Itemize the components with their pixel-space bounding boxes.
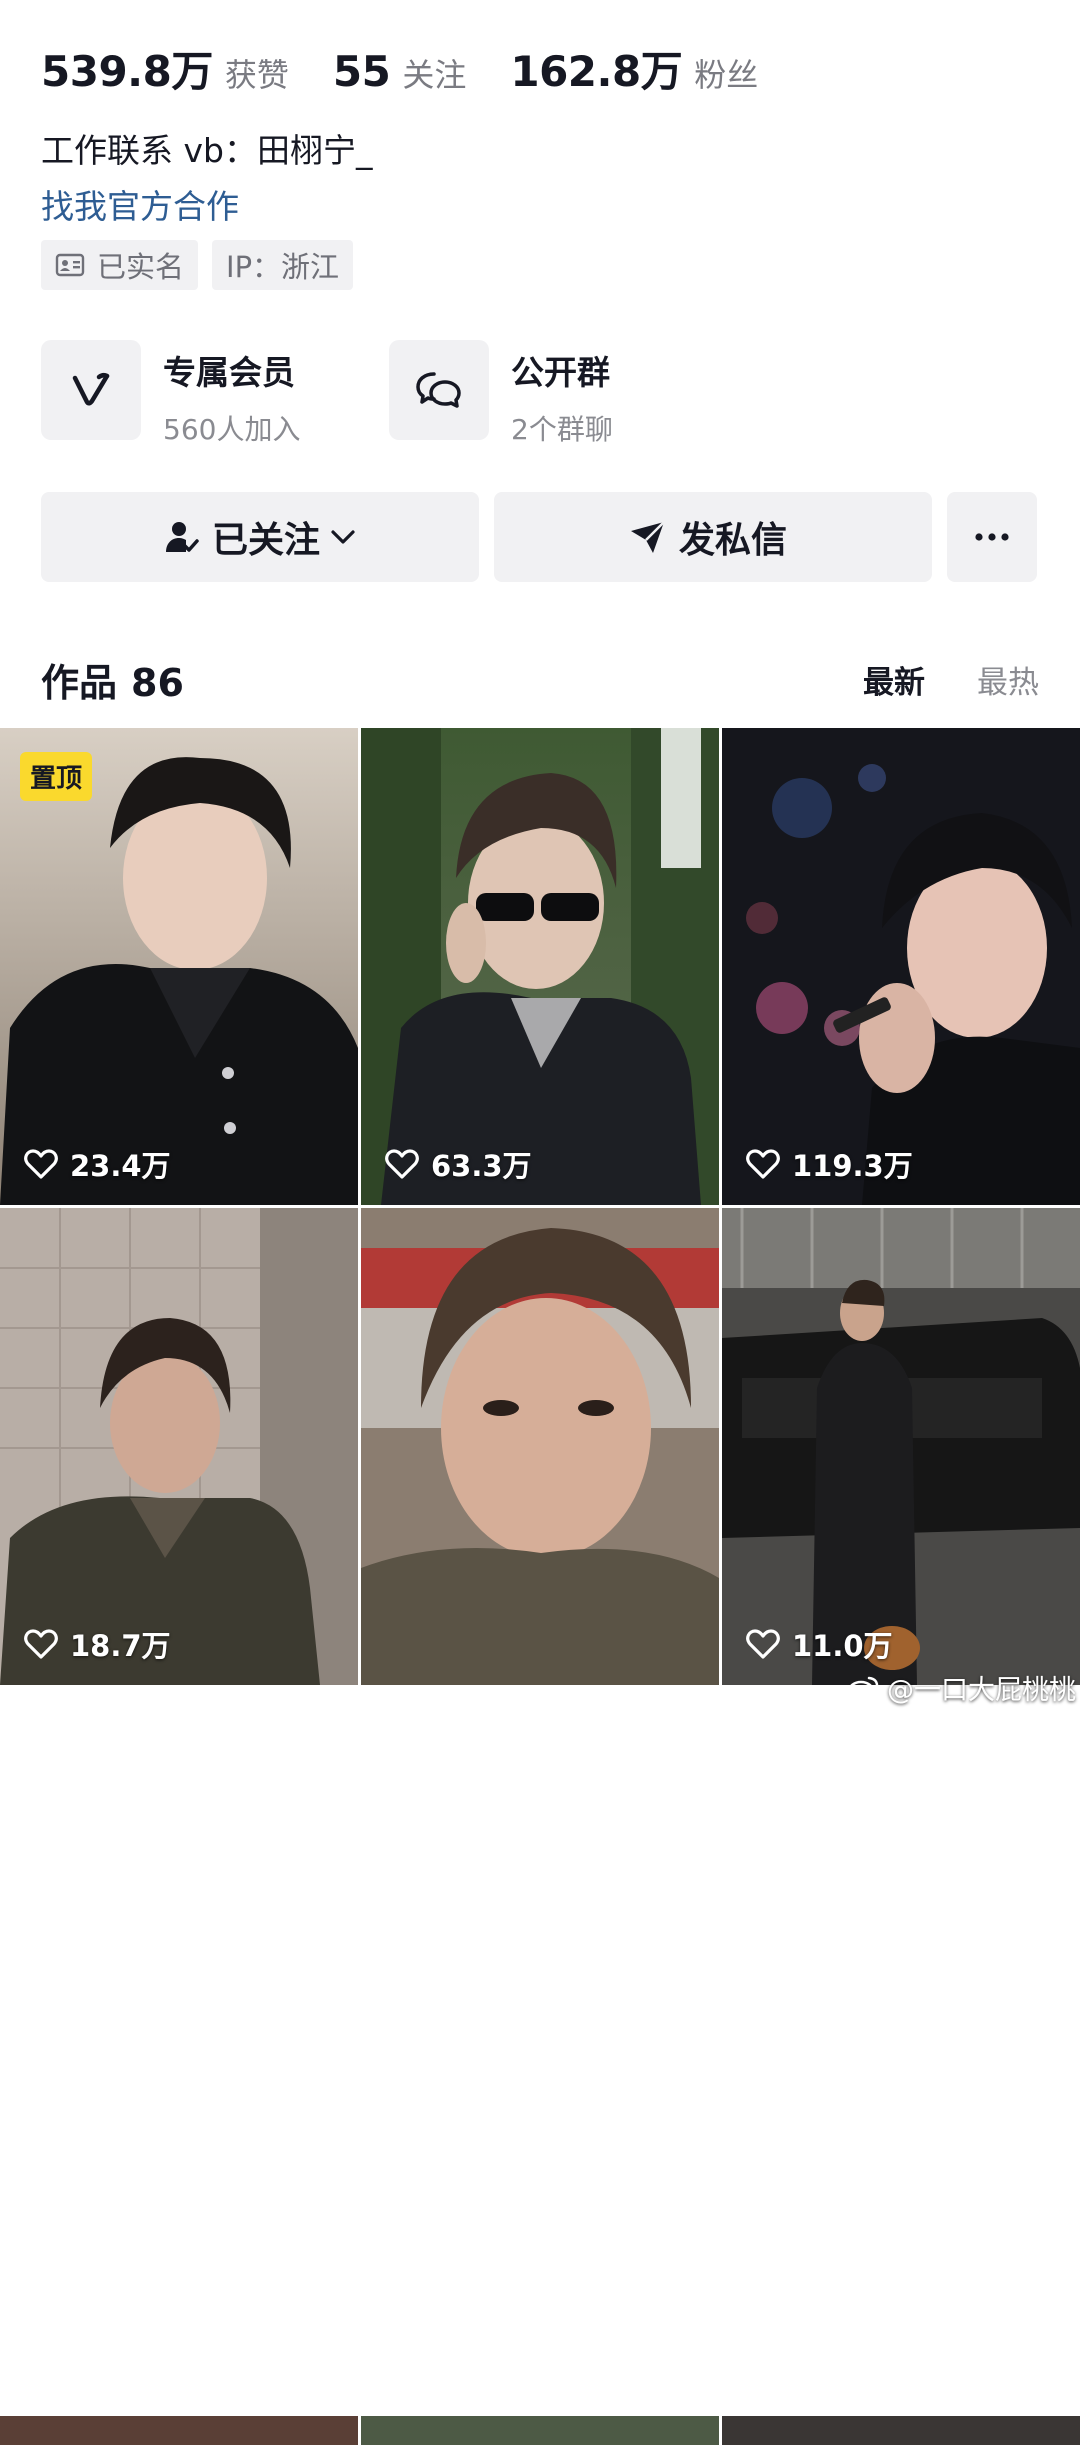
video-tile-partial[interactable] xyxy=(361,2416,719,2445)
video-row-partial xyxy=(0,2416,1080,2445)
video-tile[interactable] xyxy=(361,1208,719,1685)
likes-count-label: 11.0万 xyxy=(792,1629,893,1663)
more-dots-icon xyxy=(975,533,1009,541)
video-tile-partial[interactable] xyxy=(0,2416,358,2445)
works-tab[interactable]: 作品 86 xyxy=(41,652,184,707)
video-thumbnail xyxy=(361,1208,719,1685)
video-tile[interactable]: 置顶 23.4万 xyxy=(0,728,358,1205)
send-message-button[interactable]: 发私信 xyxy=(494,492,932,582)
video-grid: 置顶 23.4万 63.3万 119.3万 18.7万 11.0万 xyxy=(0,728,1080,2445)
group-icon-box xyxy=(389,340,489,440)
following-label: 关注 xyxy=(402,56,467,94)
heart-icon xyxy=(24,1629,58,1659)
video-tile[interactable]: 63.3万 xyxy=(361,728,719,1205)
ip-location-tag: IP：浙江 xyxy=(212,240,354,290)
video-likes: 63.3万 xyxy=(385,1143,532,1185)
video-likes: 119.3万 xyxy=(746,1143,913,1185)
profile-header: 539.8万 获赞 55 关注 162.8万 粉丝 工作联系 vb：田栩宁_ 找… xyxy=(0,0,1080,728)
profile-bio: 工作联系 vb：田栩宁_ xyxy=(41,131,373,170)
works-count: 86 xyxy=(131,661,184,705)
sort-latest-tab[interactable]: 最新 xyxy=(863,657,925,702)
followers-label: 粉丝 xyxy=(694,56,759,94)
likes-count-label: 23.4万 xyxy=(70,1149,171,1183)
following-button[interactable]: 已关注 xyxy=(41,492,479,582)
video-tile[interactable]: 119.3万 xyxy=(722,728,1080,1205)
business-cooperation-link[interactable]: 找我官方合作 xyxy=(41,180,239,228)
pinned-badge: 置顶 xyxy=(20,752,93,801)
video-thumbnail xyxy=(722,728,1080,1205)
sort-options: 最新 最热 xyxy=(863,657,1039,702)
video-thumbnail xyxy=(0,1208,358,1685)
send-message-label: 发私信 xyxy=(678,520,787,561)
group-subtitle: 2个群聊 xyxy=(511,413,613,446)
following-stat[interactable]: 55 关注 xyxy=(333,47,466,96)
video-likes: 18.7万 xyxy=(24,1623,171,1665)
video-likes: 11.0万 xyxy=(746,1623,893,1665)
works-title-label: 作品 xyxy=(41,661,118,705)
likes-stat[interactable]: 539.8万 获赞 xyxy=(41,38,289,99)
video-tile-partial[interactable] xyxy=(722,2416,1080,2445)
membership-entry[interactable]: 专属会员 560人加入 xyxy=(41,340,389,448)
works-header: 作品 86 最新 最热 xyxy=(41,652,1039,707)
membership-subtitle: 560人加入 xyxy=(163,413,301,446)
likes-count-label: 119.3万 xyxy=(792,1149,913,1183)
watermark-text: @一口大屁桃桃 xyxy=(887,1675,1076,1706)
following-button-label: 已关注 xyxy=(211,520,320,561)
user-check-icon xyxy=(165,522,199,552)
chevron-down-icon xyxy=(331,530,355,544)
video-thumbnail xyxy=(361,728,719,1205)
more-options-button[interactable] xyxy=(947,492,1037,582)
verified-label: 已实名 xyxy=(97,250,185,284)
heart-icon xyxy=(385,1149,419,1179)
likes-count-label: 18.7万 xyxy=(70,1629,171,1663)
heart-icon xyxy=(746,1149,780,1179)
sort-hot-tab[interactable]: 最热 xyxy=(977,657,1039,702)
membership-icon-box xyxy=(41,340,141,440)
profile-tags: 已实名 IP：浙江 xyxy=(41,240,354,290)
group-chat-icon xyxy=(416,372,461,408)
heart-icon xyxy=(746,1629,780,1659)
profile-actions: 已关注 发私信 xyxy=(41,492,1037,582)
verified-tag[interactable]: 已实名 xyxy=(41,240,199,290)
send-plane-icon xyxy=(630,521,665,553)
ip-location-label: IP：浙江 xyxy=(226,250,340,284)
profile-stats: 539.8万 获赞 55 关注 162.8万 粉丝 xyxy=(41,38,802,99)
weibo-watermark: @一口大屁桃桃 xyxy=(847,1668,1076,1707)
followers-count: 162.8万 xyxy=(510,47,683,96)
likes-label: 获赞 xyxy=(224,56,289,94)
likes-count-label: 63.3万 xyxy=(431,1149,532,1183)
public-group-entry[interactable]: 公开群 2个群聊 xyxy=(389,340,737,448)
feature-entries: 专属会员 560人加入 公开群 2个群聊 xyxy=(41,340,737,448)
likes-count: 539.8万 xyxy=(41,47,213,96)
video-likes: 23.4万 xyxy=(24,1143,171,1185)
id-card-icon xyxy=(55,253,85,277)
following-count: 55 xyxy=(332,47,391,96)
v-membership-icon xyxy=(72,372,110,406)
video-tile[interactable]: 18.7万 xyxy=(0,1208,358,1685)
heart-icon xyxy=(24,1149,58,1179)
video-thumbnail xyxy=(722,1208,1080,1685)
followers-stat[interactable]: 162.8万 粉丝 xyxy=(510,38,758,99)
weibo-icon xyxy=(847,1676,879,1701)
video-tile[interactable]: 11.0万 xyxy=(722,1208,1080,1685)
membership-title: 专属会员 xyxy=(163,353,295,392)
group-title: 公开群 xyxy=(511,353,610,392)
